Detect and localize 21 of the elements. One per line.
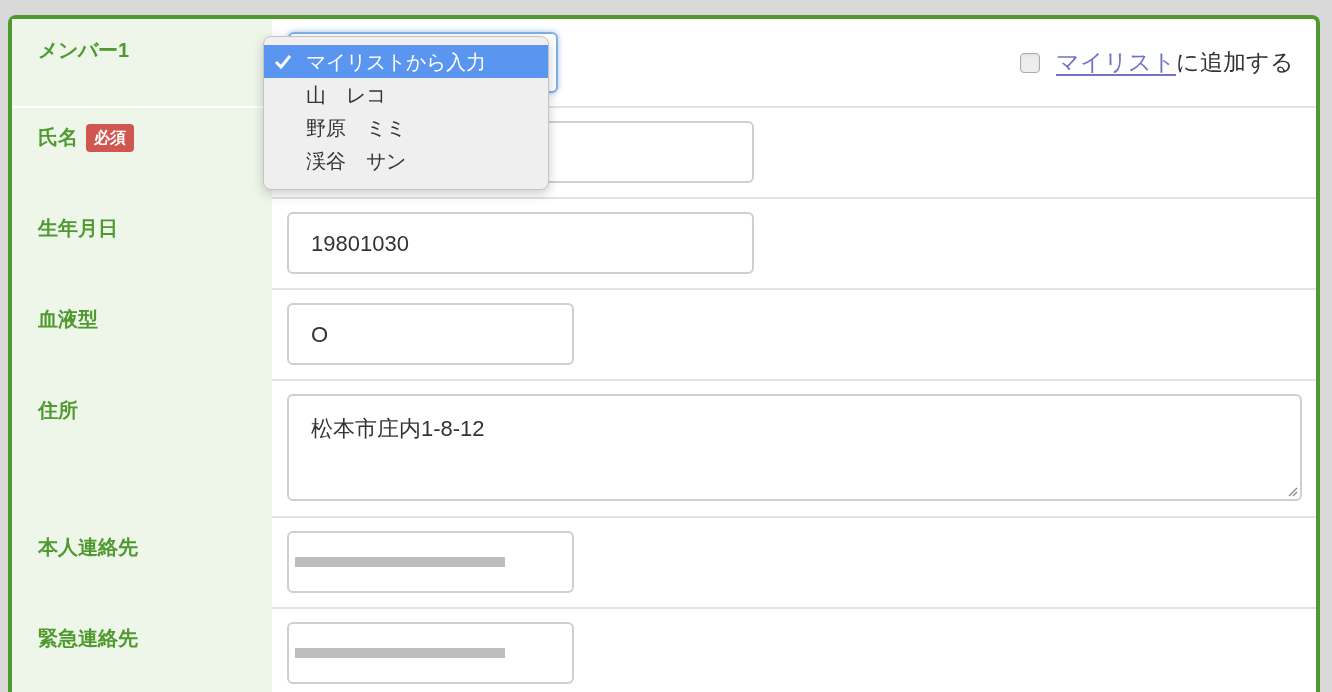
menu-option[interactable]: 山 レコ: [264, 78, 548, 111]
menu-option[interactable]: 渓谷 サン: [264, 144, 548, 177]
input-field[interactable]: [287, 531, 574, 593]
menu-option[interactable]: 野原 ミミ: [264, 111, 548, 144]
resize-handle-icon[interactable]: [1286, 485, 1298, 497]
mylist-link[interactable]: マイリスト: [1056, 49, 1176, 76]
input-field[interactable]: 19801030: [287, 212, 754, 274]
input-field[interactable]: [287, 622, 574, 684]
check-icon: [274, 53, 292, 70]
checkbox[interactable]: [1020, 52, 1040, 73]
add-label: に追加する: [1176, 49, 1294, 76]
field-label: 血液型: [38, 307, 98, 332]
address-field[interactable]: 松本市庄内1-8-12: [287, 394, 1302, 501]
field-label: 生年月日: [38, 216, 118, 241]
input-field[interactable]: O: [287, 303, 574, 365]
required-badge: 必須: [86, 124, 134, 152]
field-label: 氏名: [38, 125, 78, 150]
field-label: 住所: [38, 398, 78, 423]
field-label: 緊急連絡先: [38, 626, 138, 651]
member-label: メンバー1: [38, 39, 130, 61]
field-label: 本人連絡先: [38, 535, 138, 560]
